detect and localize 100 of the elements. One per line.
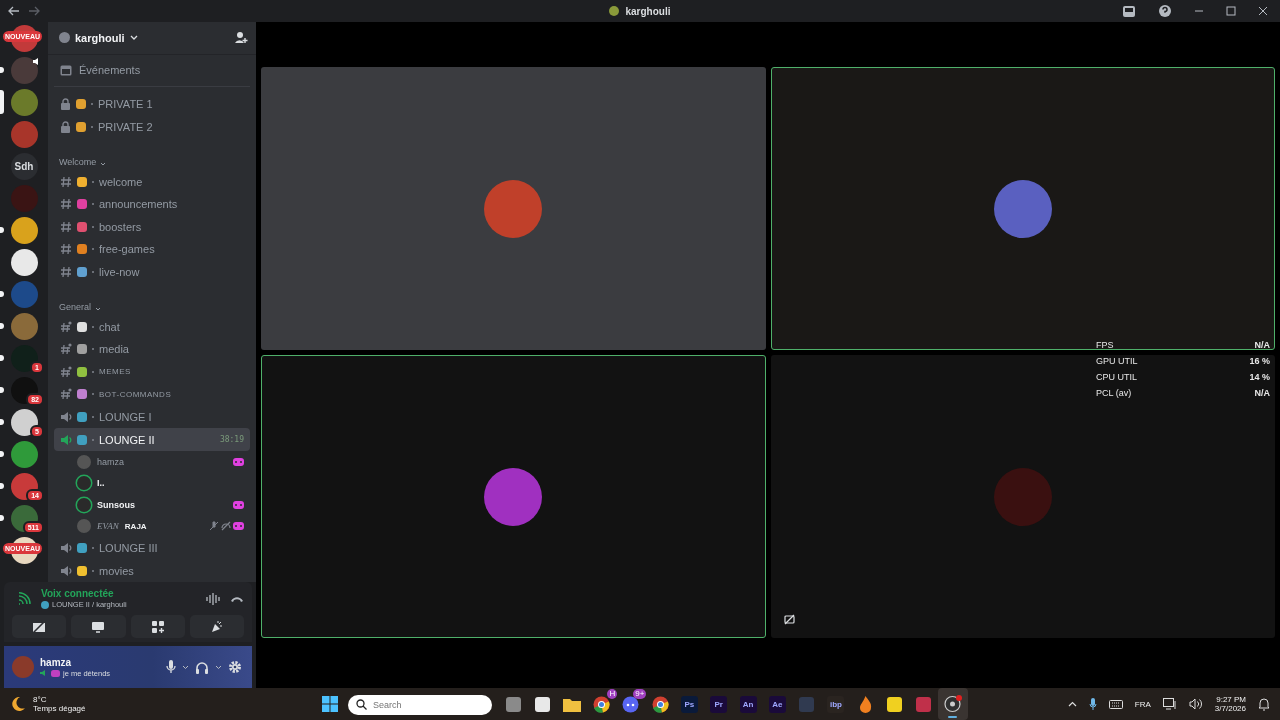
camera-off-button[interactable] — [12, 615, 67, 638]
close-icon[interactable] — [1258, 6, 1268, 16]
video-tile[interactable] — [261, 355, 766, 638]
grid-plus-icon — [151, 620, 164, 633]
member-name[interactable]: EVAN — [97, 521, 119, 532]
member-name[interactable]: hamza — [97, 456, 124, 467]
notification-badge: H — [607, 689, 618, 699]
temperature[interactable]: 8°C — [33, 695, 86, 704]
weather-description[interactable]: Temps dégagé — [33, 704, 86, 713]
member-name[interactable]: Sunsous — [97, 499, 135, 510]
chevron-icon[interactable] — [100, 162, 107, 168]
app-icon[interactable] — [887, 696, 902, 712]
chevron-icon[interactable] — [95, 307, 102, 313]
microphone-icon[interactable] — [1088, 698, 1097, 710]
server-icon[interactable] — [10, 56, 38, 84]
channel-item[interactable]: BOT-COMMANDS — [54, 383, 250, 406]
app-icon[interactable]: ibp — [827, 695, 845, 713]
server-icon[interactable]: Sdh — [10, 152, 38, 180]
server-icon[interactable] — [10, 408, 38, 436]
video-tile[interactable] — [770, 355, 1275, 638]
events-link[interactable]: Événements — [79, 64, 141, 77]
help-icon[interactable] — [1158, 4, 1172, 18]
member-tag: RAJA — [124, 521, 147, 531]
avatar[interactable] — [77, 497, 91, 512]
speaker-icon — [40, 669, 48, 677]
server-icon[interactable] — [10, 472, 38, 500]
folder-icon[interactable] — [563, 696, 582, 712]
caret-icon[interactable] — [215, 664, 222, 670]
app-icon[interactable]: Ae — [768, 695, 786, 713]
channel-item[interactable]: LOUNGE I — [54, 405, 250, 429]
microphone-icon[interactable] — [166, 660, 176, 674]
channel-item[interactable]: announcements — [54, 192, 250, 216]
speaker-icon — [60, 433, 72, 446]
channel-item[interactable]: MEMES — [54, 360, 250, 384]
channel-item[interactable]: LOUNGE II 38:19 — [54, 428, 250, 451]
settings-icon[interactable] — [228, 660, 242, 674]
thread-channel-icon — [60, 388, 72, 401]
activities-button[interactable] — [130, 615, 185, 638]
discord-icon[interactable] — [622, 695, 640, 713]
clock-date[interactable]: 3/7/2026 — [1214, 704, 1246, 713]
search-icon — [356, 698, 367, 710]
search-field[interactable]: Search — [348, 695, 492, 715]
monitor-icon — [91, 620, 106, 633]
video-tile[interactable] — [261, 67, 766, 350]
headphones-icon[interactable] — [195, 660, 209, 674]
app-icon[interactable]: Pr — [710, 695, 728, 713]
app-icon[interactable] — [535, 696, 551, 712]
category-label[interactable]: Welcome — [59, 157, 97, 168]
disconnect-icon[interactable] — [230, 594, 244, 603]
thread-channel-icon — [60, 320, 72, 333]
hash-icon — [60, 220, 72, 233]
soundboard-button[interactable] — [189, 615, 244, 638]
signal-icon — [18, 592, 31, 605]
channel-item[interactable]: PRIVATE 2 — [54, 115, 250, 139]
volume-icon[interactable] — [1188, 698, 1203, 710]
member-name[interactable]: I.. — [97, 478, 105, 489]
server-icon[interactable] — [10, 376, 38, 404]
lock-icon — [60, 98, 71, 111]
caret-icon[interactable] — [182, 664, 189, 670]
flame-icon[interactable] — [858, 695, 872, 713]
server-icon[interactable] — [10, 248, 38, 276]
keyboard-icon[interactable] — [1108, 699, 1123, 709]
notification-bell-icon[interactable] — [1258, 697, 1270, 711]
screen-share-button[interactable] — [71, 615, 126, 638]
user-name: hamza — [40, 656, 73, 668]
channel-item[interactable]: free-games — [54, 238, 250, 261]
chevron-icon[interactable] — [129, 34, 138, 41]
channel-item[interactable]: media — [54, 337, 250, 361]
avatar[interactable] — [77, 476, 91, 491]
channel-item[interactable]: LOUNGE III — [54, 536, 250, 560]
channel-item[interactable]: boosters — [54, 215, 250, 239]
forward-icon[interactable] — [28, 6, 40, 16]
app-icon[interactable]: An — [739, 695, 757, 713]
chevron-up-icon[interactable] — [1067, 701, 1077, 707]
thread-channel-icon — [60, 365, 72, 378]
channel-item[interactable]: welcome — [54, 170, 250, 193]
call-timer: 38:19 — [219, 435, 244, 444]
browser-icon[interactable] — [593, 695, 611, 713]
hash-icon — [60, 243, 72, 256]
server-icon[interactable] — [10, 216, 38, 244]
windows-start-icon[interactable] — [322, 696, 338, 712]
inbox-icon[interactable] — [1122, 4, 1136, 18]
server-name[interactable]: karghouli — [75, 31, 125, 44]
category-label[interactable]: General — [59, 302, 92, 313]
maximize-icon[interactable] — [1226, 6, 1236, 16]
voice-status: Voix connectée — [41, 588, 115, 599]
channel-item[interactable]: movies — [54, 559, 250, 582]
network-icon[interactable] — [1162, 698, 1177, 710]
hash-icon — [60, 198, 72, 211]
language-indicator[interactable]: FRA — [1134, 699, 1151, 709]
noise-suppression-icon[interactable] — [206, 592, 220, 605]
clock-time[interactable]: 9:27 PM — [1216, 695, 1246, 704]
browser-icon[interactable] — [651, 695, 669, 713]
app-icon[interactable]: Ps — [680, 695, 698, 713]
channel-item[interactable]: live-now — [54, 260, 250, 284]
channel-item[interactable]: chat — [54, 315, 250, 338]
channel-item[interactable]: PRIVATE 1 — [54, 93, 250, 116]
back-icon[interactable] — [8, 6, 20, 16]
obs-icon[interactable] — [944, 695, 963, 713]
add-member-icon[interactable] — [234, 31, 248, 45]
